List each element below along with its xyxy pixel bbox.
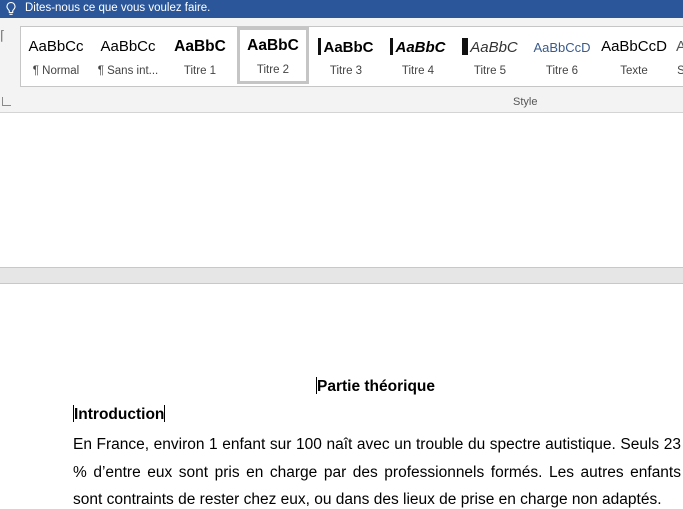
style-preview-wrap: AaBbC	[311, 38, 381, 56]
style-label: S	[671, 65, 683, 77]
heading-line: Partie théorique	[0, 377, 683, 396]
style-preview: AaBbCcD	[601, 38, 667, 55]
ribbon-left-edge: ⌈	[0, 28, 6, 43]
style-no-spacing[interactable]: AaBbCc ¶ Sans int...	[93, 28, 163, 83]
document-heading[interactable]: Partie théorique	[317, 378, 435, 395]
tell-me-input[interactable]: Dites-nous ce que vous voulez faire.	[25, 0, 210, 16]
page-break-gap	[0, 267, 683, 284]
style-heading-6[interactable]: AaBbCcD Titre 6	[527, 28, 597, 83]
style-preview: AaBbCc	[28, 38, 84, 55]
style-preview: AaBbC	[174, 38, 226, 55]
style-preview: A	[671, 38, 683, 55]
document-page-previous[interactable]	[0, 113, 683, 267]
style-label: ¶ Normal	[32, 65, 80, 77]
tell-me-bar: Dites-nous ce que vous voulez faire.	[0, 0, 683, 18]
style-label: Texte	[620, 65, 648, 77]
style-preview-wrap: AaBbC	[455, 38, 525, 56]
ribbon-home: ⌈ AaBbCc ¶ Normal AaBbCc ¶ Sans int... A…	[0, 18, 683, 113]
heading-bar-icon	[462, 38, 469, 55]
lightbulb-icon	[6, 1, 16, 15]
heading-bar-icon	[390, 38, 394, 55]
style-label: Titre 4	[401, 65, 435, 77]
style-label: ¶ Sans int...	[97, 65, 159, 77]
style-label: Titre 5	[473, 65, 507, 77]
style-partial[interactable]: A S	[671, 28, 683, 83]
style-label: Titre 6	[545, 65, 579, 77]
style-label: Titre 2	[256, 64, 290, 76]
paragraph-dialog-launcher-icon[interactable]	[2, 97, 11, 106]
text-cursor-end	[164, 405, 166, 422]
styles-gallery: AaBbCc ¶ Normal AaBbCc ¶ Sans int... AaB…	[20, 26, 683, 87]
style-heading-4[interactable]: AaBbC Titre 4	[383, 28, 453, 83]
style-label: Titre 1	[183, 65, 217, 77]
style-preview: AaBbC	[323, 39, 374, 56]
style-body-text[interactable]: AaBbCcD Texte	[599, 28, 669, 83]
style-preview: AaBbC	[395, 39, 446, 56]
style-heading-2[interactable]: AaBbC Titre 2	[237, 27, 309, 84]
heading-bar-icon	[318, 38, 322, 55]
styles-group-label: Style	[513, 96, 538, 108]
document-page[interactable]: Partie théorique Introduction En France,…	[0, 284, 683, 509]
style-preview: AaBbCcD	[533, 40, 591, 55]
section-heading[interactable]: Introduction	[74, 406, 164, 423]
style-preview: AaBbCc	[100, 38, 156, 55]
style-preview: AaBbC	[247, 37, 299, 54]
style-normal[interactable]: AaBbCc ¶ Normal	[21, 28, 91, 83]
section-heading-line: Introduction	[73, 405, 166, 424]
body-paragraph[interactable]: En France, environ 1 enfant sur 100 naît…	[73, 431, 681, 509]
style-heading-5[interactable]: AaBbC Titre 5	[455, 28, 525, 83]
word-window: Dites-nous ce que vous voulez faire. ⌈ A…	[0, 0, 683, 509]
style-preview-wrap: AaBbC	[383, 38, 453, 56]
style-preview: AaBbC	[470, 39, 518, 56]
style-heading-3[interactable]: AaBbC Titre 3	[311, 28, 381, 83]
style-label: Titre 3	[329, 65, 363, 77]
style-heading-1[interactable]: AaBbC Titre 1	[165, 28, 235, 83]
